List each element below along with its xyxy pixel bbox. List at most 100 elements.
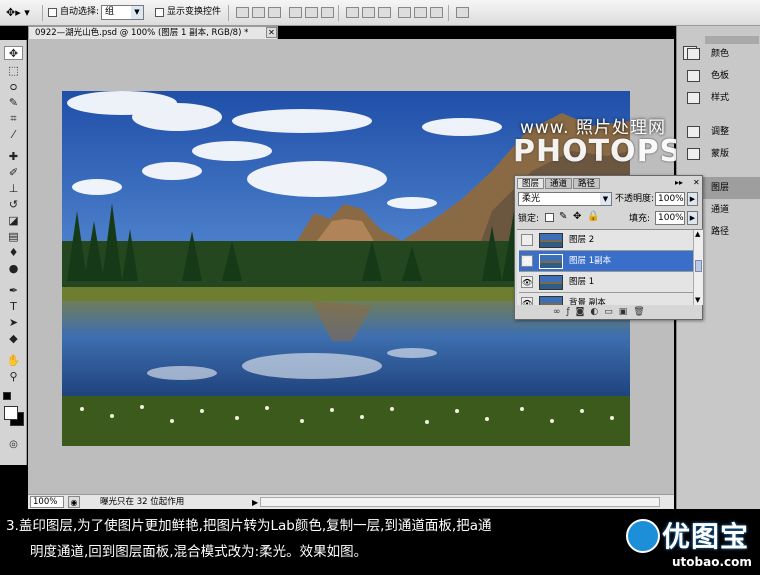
pen-tool-icon[interactable]: ✒ [4,284,23,298]
auto-select-checkbox[interactable] [48,8,57,18]
layers-list: 图层 2 👁 图层 1副本 👁 图层 1 👁 背景 副本 ▲ ▼ [517,229,703,305]
align-right-icon[interactable] [321,7,334,18]
layer-style-icon[interactable]: ƒ [567,307,576,317]
history-brush-tool-icon[interactable]: ↺ [4,198,23,212]
dock-item-masks[interactable]: 蒙版 [677,143,760,165]
move-tool-preset-icon[interactable]: ✥▸ ▾ [6,5,36,20]
distribute-hcenter-icon[interactable] [414,7,427,18]
trash-icon[interactable]: 🗑 [633,307,650,317]
layer-row[interactable]: 图层 2 [519,230,693,251]
clone-stamp-tool-icon[interactable]: ⊥ [4,182,23,196]
opacity-input[interactable]: 100% [655,192,685,206]
align-top-icon[interactable] [236,7,249,18]
distribute-bottom-icon[interactable] [378,7,391,18]
blend-mode-value: 柔光 [522,194,541,204]
lock-position-icon[interactable]: ✥ [573,211,581,222]
layer-row[interactable]: 👁 图层 1 [519,272,693,293]
link-layers-icon[interactable]: ∞ [553,307,567,317]
fill-input[interactable]: 100% [655,211,685,225]
utobao-logo: 优图宝 utobao.com [626,513,760,575]
auto-select-label: 自动选择: [60,7,100,17]
fill-arrow-icon[interactable]: ▶ [687,211,698,225]
layers-scrollbar[interactable]: ▲ ▼ [693,230,703,305]
marquee-tool-icon[interactable]: ⬚ [4,64,23,78]
eraser-tool-icon[interactable]: ◪ [4,214,23,228]
eye-icon[interactable]: 👁 [521,255,533,267]
type-tool-icon[interactable]: T [4,300,23,314]
align-bottom-icon[interactable] [268,7,281,18]
new-group-icon[interactable]: ▭ [604,307,619,317]
align-hcenter-icon[interactable] [305,7,318,18]
adjustment-layer-icon[interactable]: ◐ [590,307,604,317]
scroll-down-icon[interactable]: ▼ [695,296,700,304]
layer-name: 图层 1 [569,277,595,287]
swatches-icon [687,70,700,82]
blend-mode-select[interactable]: 柔光 ▼ [518,192,612,206]
layer-row[interactable]: 👁 背景 副本 [519,293,693,305]
shape-tool-icon[interactable]: ◆ [4,332,23,346]
adjustments-icon [687,126,700,138]
options-bar: ✥▸ ▾ 自动选择: 组 ▼ 显示变换控件 [0,0,760,26]
opacity-label: 不透明度: [615,194,655,204]
dock-item-adjustments[interactable]: 调整 [677,121,760,143]
dock-item-swatches[interactable]: 色板 [677,65,760,87]
align-left-icon[interactable] [289,7,302,18]
auto-select-dropdown[interactable]: 组 ▼ [101,5,144,20]
zoom-tool-icon[interactable]: ⚲ [4,370,23,384]
default-colors-icon[interactable] [3,392,11,400]
quick-select-tool-icon[interactable]: ✎ [4,96,23,110]
tab-paths[interactable]: 路径 [573,178,601,189]
styles-icon [687,92,700,104]
close-panel-icon[interactable]: ✕ [693,178,700,187]
eyedropper-tool-icon[interactable]: ⁄ [4,128,23,142]
distribute-top-icon[interactable] [346,7,359,18]
show-transform-checkbox[interactable] [155,8,164,18]
align-vcenter-icon[interactable] [252,7,265,18]
path-select-tool-icon[interactable]: ➤ [4,316,23,330]
tab-layers[interactable]: 图层 [517,178,545,189]
tab-channels[interactable]: 通道 [545,178,573,189]
hand-tool-icon[interactable]: ✋ [4,354,23,368]
fill-label: 填充: [629,214,651,224]
blur-tool-icon[interactable]: ♦ [4,246,23,260]
show-transform-label: 显示变换控件 [167,7,222,17]
healing-brush-tool-icon[interactable]: ✚ [4,150,23,164]
layer-visibility-toggle[interactable] [521,234,533,246]
eye-icon[interactable]: 👁 [521,297,533,305]
gradient-tool-icon[interactable]: ▤ [4,230,23,244]
scroll-up-icon[interactable]: ▲ [695,230,700,238]
scrollbar-thumb[interactable] [695,260,702,272]
add-mask-icon[interactable]: ◙ [576,307,591,317]
new-layer-icon[interactable]: ▣ [619,307,634,317]
status-info-icon[interactable]: ◉ [68,496,80,508]
collapse-panel-icon[interactable]: ▸▸ [675,178,683,187]
layer-name: 图层 2 [569,235,595,245]
close-document-icon[interactable]: ✕ [266,27,277,38]
lock-pixels-icon[interactable]: ✎ [559,211,567,222]
brush-tool-icon[interactable]: ✐ [4,166,23,180]
auto-select-value: 组 [105,7,115,17]
dock-item-color[interactable]: 颜色 [677,43,760,65]
document-tab[interactable]: 0922—湖光山色.psd @ 100% (图层 1 副本, RGB/8) * [28,26,278,39]
lasso-tool-icon[interactable]: ᴑ [4,80,23,94]
lock-transparency-icon[interactable] [545,213,554,222]
horizontal-scrollbar[interactable] [260,497,660,507]
crop-tool-icon[interactable]: ⌗ [4,112,23,126]
layer-thumbnail [539,233,563,248]
zoom-level[interactable]: 100% [30,496,64,508]
move-tool-icon[interactable]: ✥ [4,46,23,60]
foreground-color-swatch[interactable] [4,406,18,420]
opacity-arrow-icon[interactable]: ▶ [687,192,698,206]
eye-icon[interactable]: 👁 [521,276,533,288]
distribute-left-icon[interactable] [398,7,411,18]
quick-mask-icon[interactable]: ◎ [4,438,23,452]
lock-all-icon[interactable]: 🔒 [587,211,599,222]
document-title: 0922—湖光山色.psd @ 100% (图层 1 副本, RGB/8) * [35,28,249,38]
auto-align-icon[interactable] [456,7,469,18]
layer-row-selected[interactable]: 👁 图层 1副本 [519,251,693,272]
dock-item-styles[interactable]: 样式 [677,87,760,109]
distribute-right-icon[interactable] [430,7,443,18]
status-menu-arrow-icon[interactable]: ▶ [252,496,258,510]
distribute-vcenter-icon[interactable] [362,7,375,18]
dodge-tool-icon[interactable]: ● [4,262,23,276]
